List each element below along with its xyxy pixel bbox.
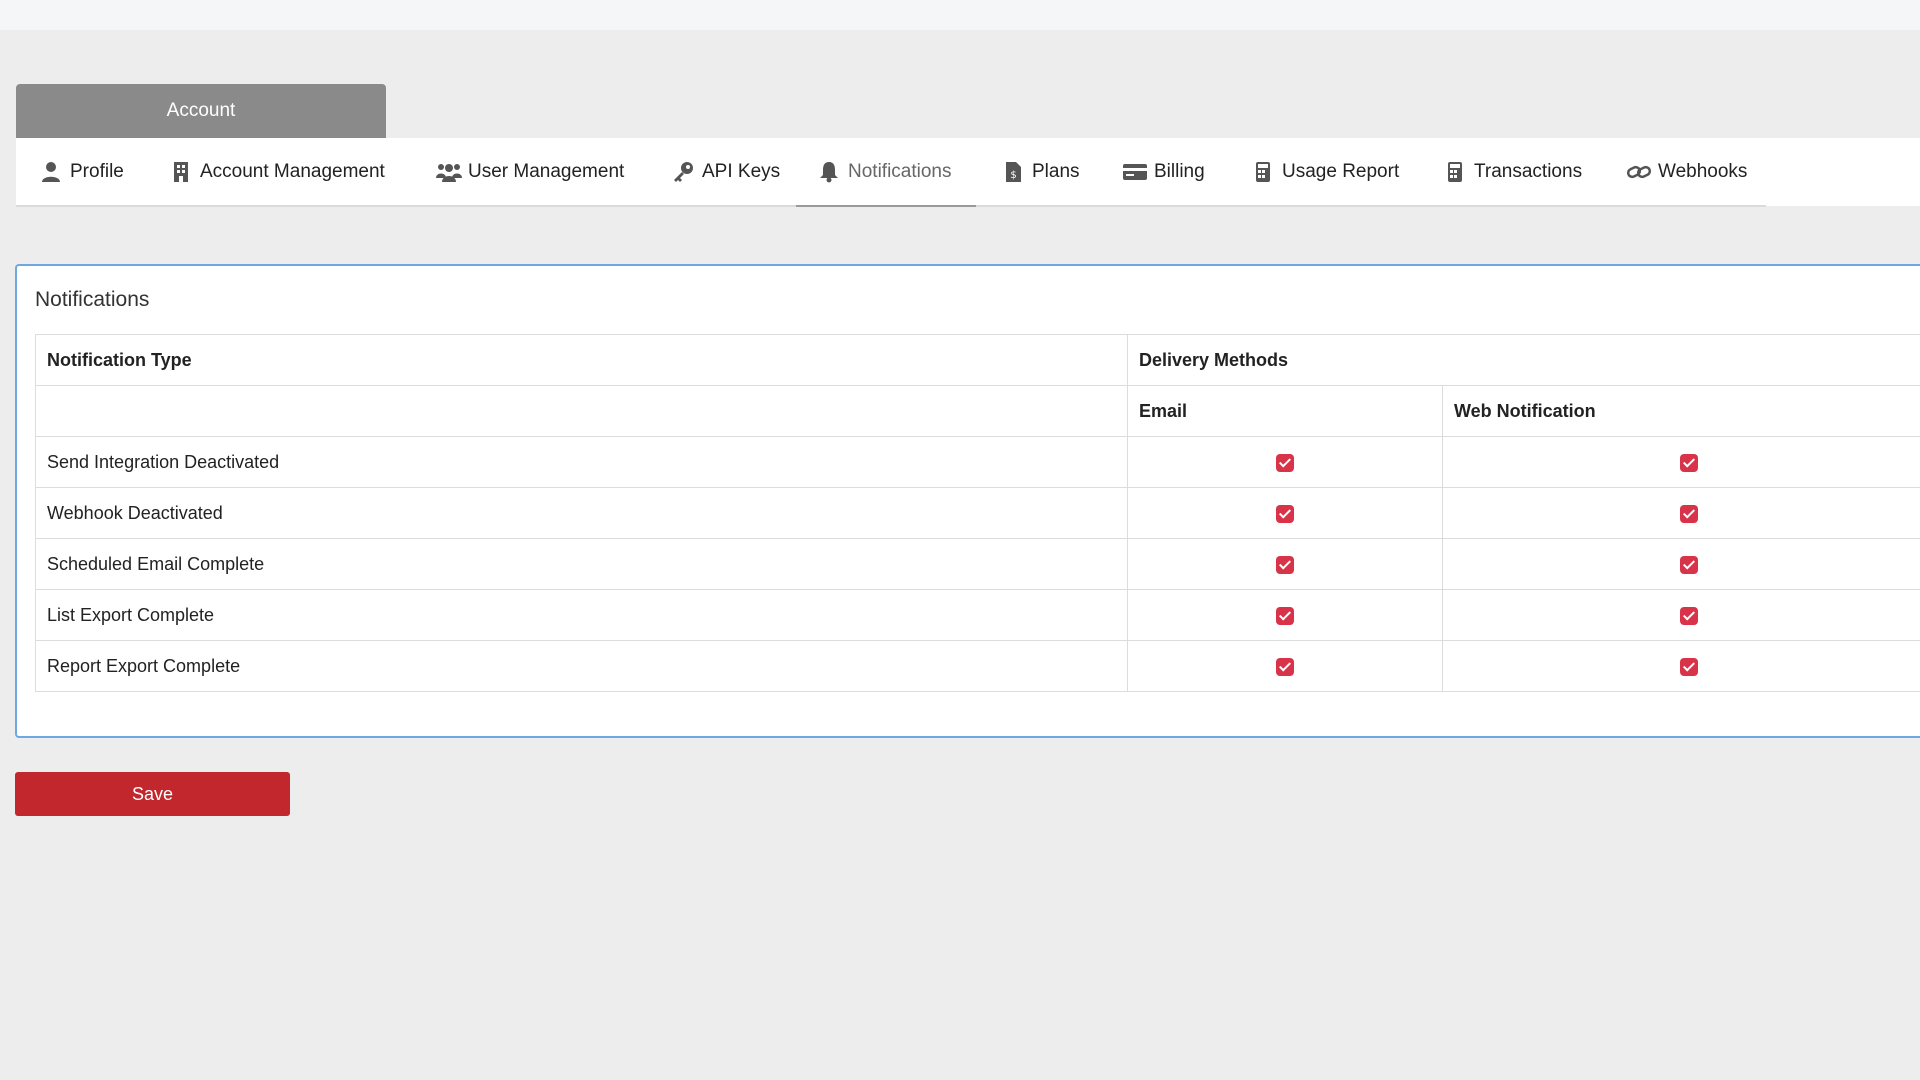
web-cell	[1442, 538, 1920, 590]
table-row: Scheduled Email Complete	[35, 538, 1920, 590]
web-notification-checkbox[interactable]	[1679, 657, 1698, 676]
bell-icon	[816, 159, 842, 185]
table-row: Webhook Deactivated	[35, 487, 1920, 539]
email-checkbox[interactable]	[1276, 555, 1294, 574]
header-email: Email	[1127, 385, 1443, 437]
calculator-icon	[1442, 159, 1468, 185]
svg-text:$: $	[1010, 170, 1016, 181]
building-icon	[168, 159, 194, 185]
calculator-icon	[1250, 159, 1276, 185]
email-checkbox[interactable]	[1276, 657, 1294, 676]
tab-label: Account Management	[200, 161, 385, 182]
email-checkbox[interactable]	[1276, 606, 1294, 625]
tab-billing[interactable]: Billing	[1122, 138, 1205, 206]
notification-type-cell: Report Export Complete	[35, 640, 1128, 692]
save-button[interactable]: Save	[15, 772, 290, 816]
header-notification-type: Notification Type	[35, 334, 1128, 386]
header-web-notification: Web Notification	[1442, 385, 1920, 437]
tab-user-management[interactable]: User Management	[436, 138, 624, 206]
notifications-panel: Notifications Notification Type Delivery…	[15, 264, 1920, 738]
user-icon	[38, 159, 64, 185]
tab-label: User Management	[468, 161, 625, 182]
email-checkbox[interactable]	[1276, 504, 1294, 523]
tab-label: API Keys	[702, 161, 781, 182]
tab-label: Webhooks	[1658, 161, 1748, 182]
credit-card-icon	[1122, 159, 1148, 185]
web-notification-checkbox[interactable]	[1679, 504, 1698, 523]
tab-label: Transactions	[1474, 161, 1583, 182]
link-icon	[1626, 159, 1652, 185]
table-row: List Export Complete	[35, 589, 1920, 641]
table-header-row: Notification Type Delivery Methods	[35, 334, 1920, 386]
web-cell	[1442, 436, 1920, 488]
tab-plans[interactable]: $ Plans	[1000, 138, 1080, 206]
account-tab[interactable]: Account	[16, 84, 386, 138]
active-tab-indicator	[796, 205, 976, 207]
email-checkbox[interactable]	[1276, 453, 1294, 472]
tab-label: Profile	[70, 161, 124, 182]
tab-label: Plans	[1032, 161, 1080, 182]
header-delivery-methods: Delivery Methods	[1127, 334, 1920, 386]
tab-transactions[interactable]: Transactions	[1442, 138, 1582, 206]
tab-api-keys[interactable]: API Keys	[670, 138, 780, 206]
notification-type-cell: Webhook Deactivated	[35, 487, 1128, 539]
tab-webhooks[interactable]: Webhooks	[1626, 138, 1747, 206]
account-nav: Profile Account Management User Manageme…	[16, 138, 1920, 206]
email-cell	[1127, 538, 1443, 590]
web-cell	[1442, 589, 1920, 641]
web-cell	[1442, 487, 1920, 539]
table-row: Report Export Complete	[35, 640, 1920, 692]
table-subheader-row: Email Web Notification	[35, 385, 1920, 437]
key-icon	[670, 159, 696, 185]
panel-title: Notifications	[35, 288, 150, 311]
email-cell	[1127, 640, 1443, 692]
notification-type-cell: List Export Complete	[35, 589, 1128, 641]
users-icon	[436, 159, 462, 185]
tab-label: Usage Report	[1282, 161, 1400, 182]
web-cell	[1442, 640, 1920, 692]
notification-type-cell: Scheduled Email Complete	[35, 538, 1128, 590]
email-cell	[1127, 589, 1443, 641]
file-dollar-icon: $	[1000, 159, 1026, 185]
notification-type-cell: Send Integration Deactivated	[35, 436, 1128, 488]
tab-notifications[interactable]: Notifications	[816, 138, 952, 206]
web-notification-checkbox[interactable]	[1679, 606, 1698, 625]
notifications-table: Notification Type Delivery Methods Email…	[35, 334, 1920, 692]
web-notification-checkbox[interactable]	[1679, 555, 1698, 574]
tab-label: Notifications	[848, 161, 952, 182]
table-row: Send Integration Deactivated	[35, 436, 1920, 488]
tab-profile[interactable]: Profile	[38, 138, 124, 206]
web-notification-checkbox[interactable]	[1679, 453, 1698, 472]
email-cell	[1127, 436, 1443, 488]
top-bar	[0, 0, 1920, 30]
empty-cell	[35, 385, 1128, 437]
tab-label: Billing	[1154, 161, 1205, 182]
tab-usage-report[interactable]: Usage Report	[1250, 138, 1399, 206]
email-cell	[1127, 487, 1443, 539]
tab-account-management[interactable]: Account Management	[168, 138, 385, 206]
